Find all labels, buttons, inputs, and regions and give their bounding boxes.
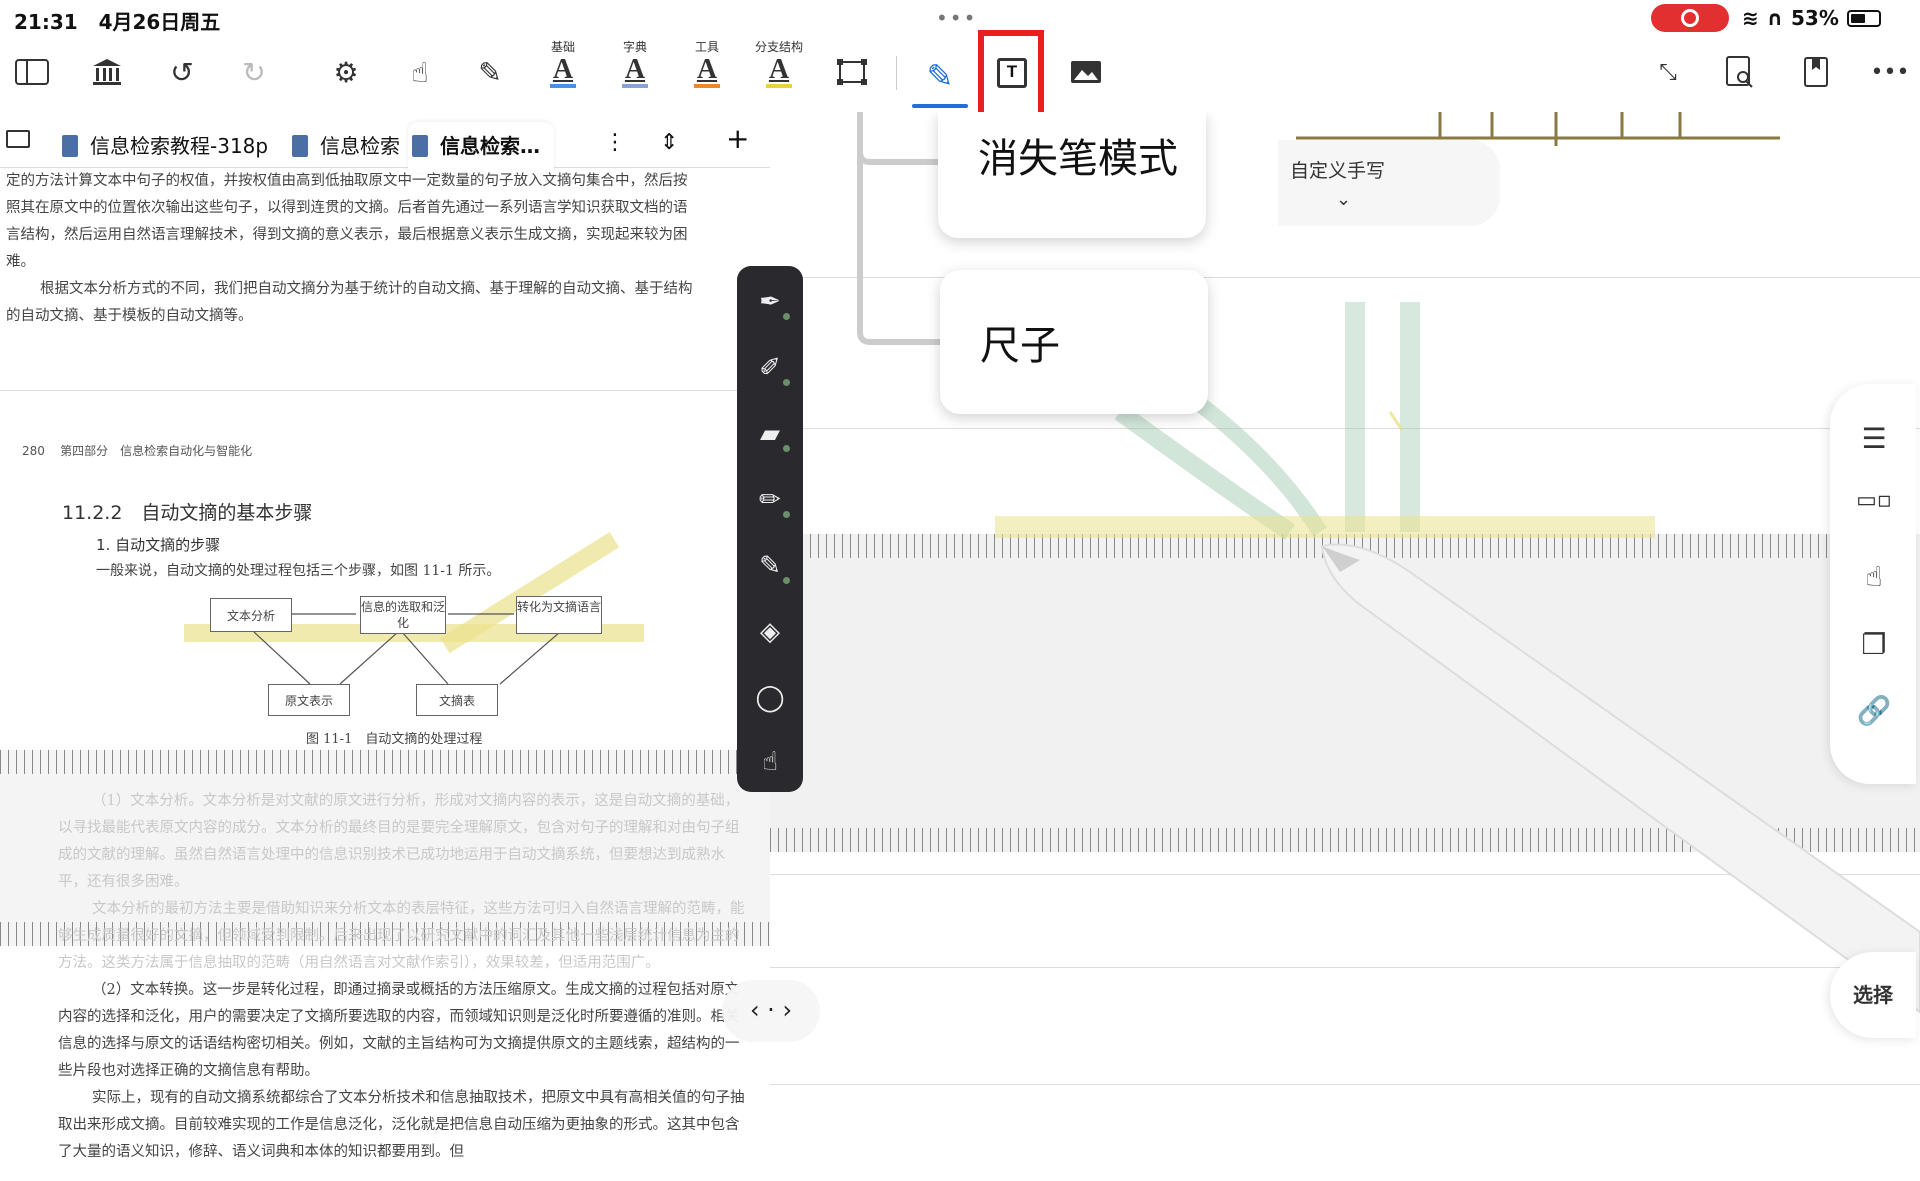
copy-pages-icon[interactable]: ❐ <box>1854 628 1894 668</box>
brush-pen-icon[interactable]: ✐ <box>750 348 790 388</box>
lasso-icon[interactable]: ◯ <box>750 678 790 718</box>
battery-icon <box>1846 9 1881 27</box>
document-text-bottom: （1）文本分析。文本分析是对文献的原文进行分析，形成对文摘内容的表示，这是自动文… <box>58 788 748 1166</box>
list-icon[interactable]: ☰ <box>1854 422 1894 462</box>
figure-box: 转化为文摘语言 <box>516 596 602 634</box>
tab-menu-icon[interactable]: ⋮ <box>604 130 626 155</box>
vanishing-ink-strokes <box>995 302 1920 1014</box>
multitask-dots[interactable]: ••• <box>936 6 977 30</box>
figure-box: 原文表示 <box>268 684 350 716</box>
redo-icon[interactable]: ↻ <box>234 52 274 92</box>
status-right: ≋ ∩ 53% <box>1742 6 1881 30</box>
eraser-icon[interactable]: ◈ <box>750 612 790 652</box>
font-style-caption: 工具 <box>694 40 719 54</box>
tab-sort-icon[interactable]: ⇕ <box>660 130 678 155</box>
sidebar-toggle-icon[interactable] <box>12 52 52 92</box>
gesture-icon[interactable]: ✎ <box>470 52 510 92</box>
notes-canvas[interactable]: 消失笔模式 尺子 自定义手写 ⌄ ☰ ▭▫ ☝ ❐ 🔗 选择 <box>770 112 1920 1181</box>
collapse-icon[interactable]: ⤡ <box>1648 52 1688 92</box>
link-icon[interactable]: 🔗 <box>1854 694 1894 734</box>
custom-handwriting-label: 自定义手写 <box>1290 160 1386 182</box>
textbox-icon[interactable]: T <box>997 58 1027 88</box>
hand-pointer-icon[interactable]: ☝ <box>1854 560 1894 600</box>
font-style-caption: 分支结构 <box>754 40 803 54</box>
crop-frame-icon[interactable] <box>832 52 872 92</box>
figure-caption: 图 11-1 自动文摘的处理过程 <box>306 732 483 747</box>
pdf-icon <box>292 135 308 157</box>
paragraph: （1）文本分析。文本分析是对文献的原文进行分析，形成对文摘内容的表示，这是自动文… <box>58 793 740 890</box>
search-document-icon[interactable] <box>1720 52 1760 92</box>
page-nav-arrows[interactable]: ‹ · › <box>722 980 820 1042</box>
battery-percent: 53% <box>1791 6 1839 30</box>
hand-gesture-icon[interactable]: ☝ <box>750 742 790 782</box>
chevron-down-icon: ⌄ <box>1336 189 1352 210</box>
ruler-ticks <box>0 750 770 774</box>
hand-pointer-icon[interactable]: ☝ <box>400 52 440 92</box>
tab-bar: 信息检索教程-318p 信息检索 信息检索… ⋮ ⇕ + <box>0 112 770 173</box>
font-style-tools[interactable]: 工具 A <box>677 38 737 88</box>
custom-handwriting-toggle[interactable]: 自定义手写 ⌄ <box>1278 140 1500 226</box>
font-style-basic[interactable]: 基础 A <box>533 38 593 88</box>
tab-item[interactable]: 信息检索教程-318p <box>62 130 268 159</box>
mindmap-node-ruler[interactable]: 尺子 <box>940 270 1208 414</box>
pdf-icon <box>412 135 428 157</box>
paragraph: （2）文本转换。这一步是转化过程，即通过摘录或概括的方法压缩原文。生成文摘的过程… <box>58 982 740 1079</box>
figure-arrows <box>253 613 561 685</box>
font-letter-icon: A <box>696 54 718 85</box>
wifi-icon: ≋ <box>1742 6 1759 30</box>
library-icon[interactable] <box>87 52 127 92</box>
status-bar: 21:31 4月26日周五 ••• ≋ ∩ 53% <box>0 0 1920 36</box>
toolbar-divider <box>896 56 897 90</box>
font-style-dictionary[interactable]: 字典 A <box>605 38 665 88</box>
right-side-panel: ☰ ▭▫ ☝ ❐ 🔗 <box>1830 384 1916 784</box>
figure-box: 信息的选取和泛化 <box>360 596 446 634</box>
pdf-document[interactable]: 定的方法计算文本中句子的权值，并按权值由高到低抽取原文中一定数量的句子放入文摘句… <box>0 168 770 1181</box>
fountain-pen-icon[interactable]: ✒ <box>750 282 790 322</box>
font-letter-icon: A <box>768 54 790 85</box>
add-tab-button[interactable]: + <box>726 122 749 155</box>
highlighter-icon[interactable]: ▰ <box>750 414 790 454</box>
pdf-icon <box>62 135 78 157</box>
pencil-alt-icon[interactable]: ✎ <box>750 546 790 586</box>
pencil-icon[interactable]: ✏ <box>750 480 790 520</box>
figure-box: 文摘表 <box>416 684 498 716</box>
font-style-caption: 字典 <box>622 40 647 54</box>
undo-icon[interactable]: ↺ <box>162 52 202 92</box>
settings-gear-icon[interactable]: ⚙ <box>326 52 366 92</box>
screen-record-icon[interactable] <box>1651 4 1729 32</box>
select-button[interactable]: 选择 <box>1830 952 1916 1038</box>
tab-item[interactable]: 信息检索 <box>292 130 402 159</box>
figure-box: 文本分析 <box>210 598 292 632</box>
paragraph: 实际上，现有的自动文摘系统都综合了文本分析技术和信息抽取技术，把原文中具有高相关… <box>58 1090 745 1160</box>
pen-tool-icon[interactable]: ✎ <box>912 50 968 108</box>
font-style-caption: 基础 <box>550 40 575 54</box>
font-style-branch[interactable]: 分支结构 A <box>749 38 809 88</box>
mindmap-node-vanishing-pen[interactable]: 消失笔模式 <box>938 112 1206 238</box>
image-icon[interactable] <box>1066 52 1106 92</box>
tab-item-active[interactable]: 信息检索… <box>408 122 554 173</box>
font-letter-icon: A <box>624 54 646 85</box>
headphones-icon: ∩ <box>1766 6 1784 30</box>
bookmark-icon[interactable] <box>1796 52 1836 92</box>
layout-icon[interactable]: ▭▫ <box>1854 488 1894 528</box>
pen-tools-palette: ✒ ✐ ▰ ✏ ✎ ◈ ◯ ☝ <box>737 266 803 792</box>
status-time: 21:31 4月26日周五 <box>14 10 221 34</box>
font-letter-icon: A <box>552 54 574 85</box>
split-view-icon[interactable] <box>6 130 30 148</box>
paragraph: 文本分析的最初方法主要是借助知识来分析文本的表层特征，这些方法可归入自然语言理解… <box>58 901 745 971</box>
more-icon[interactable]: ••• <box>1870 52 1910 92</box>
